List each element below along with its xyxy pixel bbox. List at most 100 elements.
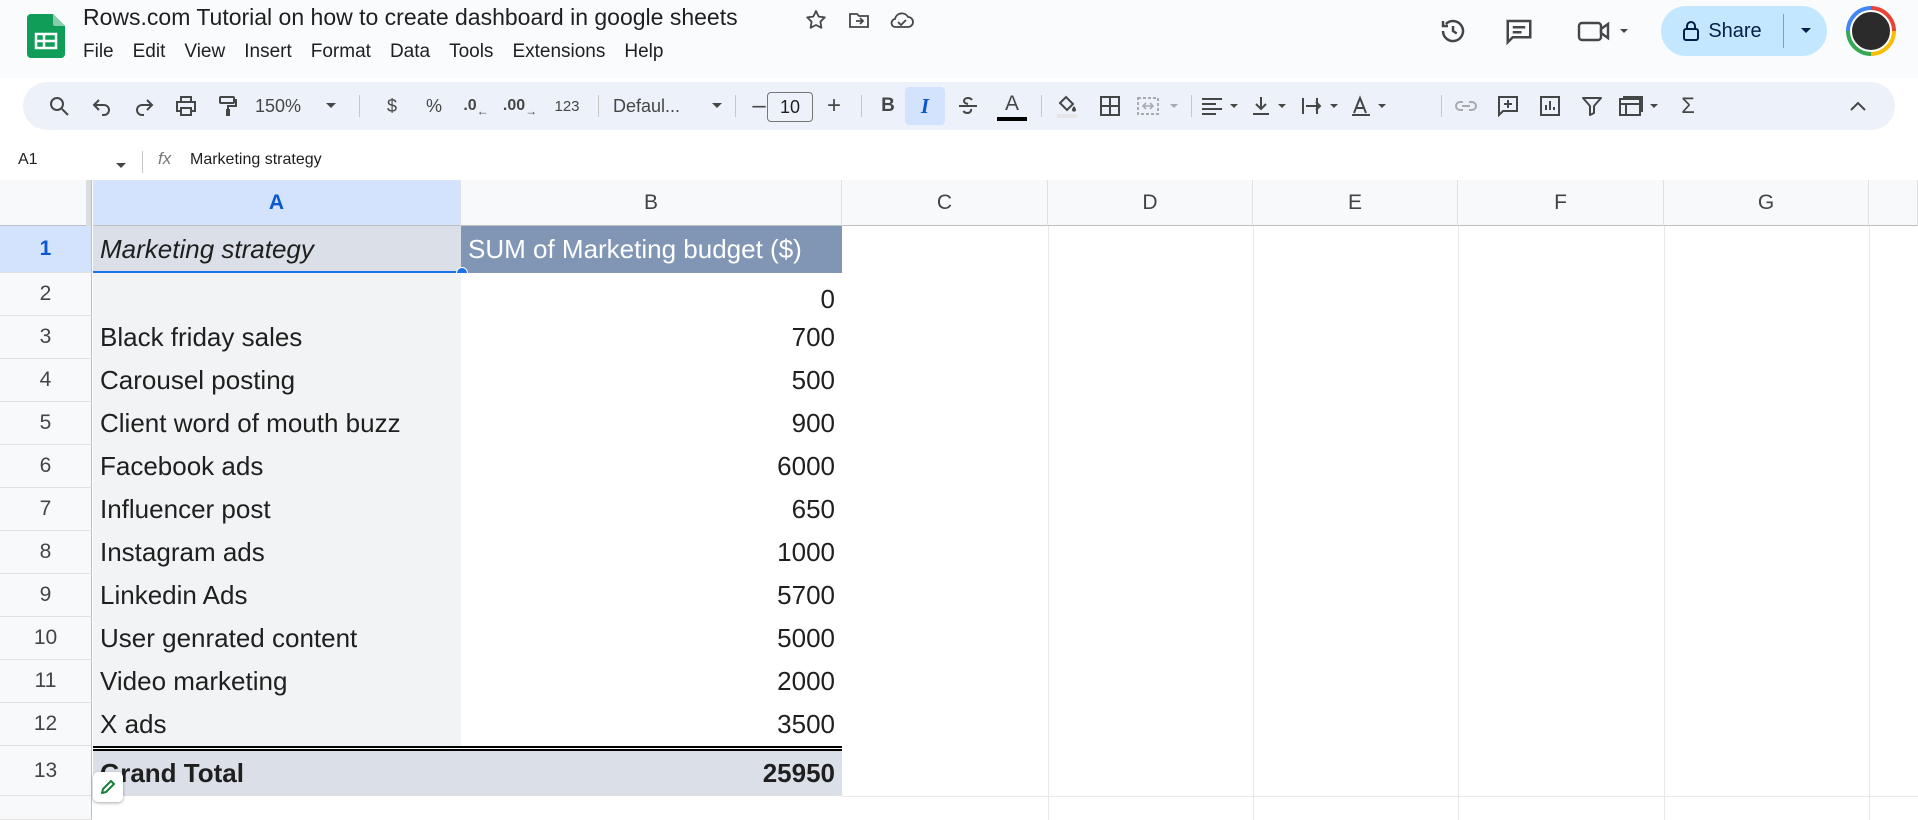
avatar[interactable] <box>1846 6 1896 56</box>
insert-comment-icon[interactable] <box>1491 82 1525 130</box>
name-box[interactable]: A1 <box>18 151 38 169</box>
increase-decimal-button[interactable]: .00 → <box>501 82 539 130</box>
paint-format-icon[interactable] <box>211 82 245 130</box>
select-all-corner[interactable] <box>0 180 92 226</box>
increase-font-size-icon[interactable]: + <box>820 82 848 130</box>
share-button[interactable]: Share <box>1661 6 1783 56</box>
functions-icon[interactable]: Σ <box>1671 82 1705 130</box>
percent-format-button[interactable]: % <box>419 82 449 130</box>
menu-file[interactable]: File <box>83 41 124 63</box>
fill-color-icon[interactable] <box>1049 82 1085 130</box>
cell-a7[interactable]: Influencer post <box>93 488 461 531</box>
cell-a9[interactable]: Linkedin Ads <box>93 574 461 617</box>
menu-tools[interactable]: Tools <box>449 41 503 63</box>
row-header-13[interactable]: 13 <box>0 746 92 796</box>
strikethrough-icon[interactable] <box>951 82 985 130</box>
row-header-2[interactable]: 2 <box>0 273 92 316</box>
cell-b5[interactable]: 900 <box>461 402 842 445</box>
vertical-align-icon[interactable] <box>1249 82 1297 130</box>
row-header-12[interactable]: 12 <box>0 703 92 746</box>
column-header-h[interactable] <box>1869 180 1918 226</box>
italic-button[interactable]: I <box>905 87 945 125</box>
row-header-10[interactable]: 10 <box>0 617 92 660</box>
cloud-saved-icon[interactable] <box>888 6 916 34</box>
row-header-3[interactable]: 3 <box>0 316 92 359</box>
merge-cells-icon[interactable] <box>1135 82 1183 130</box>
edit-pivot-table-button[interactable] <box>93 772 123 802</box>
cell-b13[interactable]: 25950 <box>461 751 842 796</box>
cell-a1[interactable]: Marketing strategy <box>93 226 461 273</box>
formula-input[interactable]: Marketing strategy <box>190 151 322 169</box>
menu-format[interactable]: Format <box>311 41 381 63</box>
cell-a13[interactable]: Grand Total <box>93 751 461 796</box>
borders-icon[interactable] <box>1093 82 1127 130</box>
meet-icon[interactable] <box>1576 15 1632 47</box>
menu-insert[interactable]: Insert <box>244 41 302 63</box>
cell-a11[interactable]: Video marketing <box>93 660 461 703</box>
horizontal-align-icon[interactable] <box>1199 82 1247 130</box>
column-header-g[interactable]: G <box>1664 180 1869 226</box>
zoom-select[interactable]: 150% <box>255 82 337 130</box>
row-header-8[interactable]: 8 <box>0 531 92 574</box>
cell-b10[interactable]: 5000 <box>461 617 842 660</box>
collapse-toolbar-icon[interactable] <box>1841 82 1875 130</box>
row-header-5[interactable]: 5 <box>0 402 92 445</box>
row-header-6[interactable]: 6 <box>0 445 92 488</box>
cell-a6[interactable]: Facebook ads <box>93 445 461 488</box>
cell-b12[interactable]: 3500 <box>461 703 842 746</box>
redo-icon[interactable] <box>127 82 161 130</box>
menu-help[interactable]: Help <box>624 41 673 63</box>
cell-b1[interactable]: SUM of Marketing budget ($) <box>461 226 842 273</box>
cell-a3[interactable]: Black friday sales <box>93 316 461 359</box>
undo-icon[interactable] <box>85 82 119 130</box>
text-color-button[interactable]: A <box>993 82 1031 130</box>
text-rotation-icon[interactable] <box>1349 82 1397 130</box>
column-header-c[interactable]: C <box>842 180 1048 226</box>
name-box-caret-icon[interactable] <box>115 157 127 175</box>
document-title[interactable]: Rows.com Tutorial on how to create dashb… <box>83 4 738 31</box>
cell-a12[interactable]: X ads <box>93 703 461 746</box>
column-header-b[interactable]: B <box>461 180 842 226</box>
font-select[interactable]: Defaul... <box>603 82 733 130</box>
row-header-4[interactable]: 4 <box>0 359 92 402</box>
font-size-input[interactable]: 10 <box>767 92 813 122</box>
insert-link-icon[interactable] <box>1449 82 1483 130</box>
cell-b4[interactable]: 500 <box>461 359 842 402</box>
column-header-f[interactable]: F <box>1458 180 1664 226</box>
share-dropdown-icon[interactable] <box>1784 6 1827 56</box>
print-icon[interactable] <box>169 82 203 130</box>
row-header-7[interactable]: 7 <box>0 488 92 531</box>
cell-a8[interactable]: Instagram ads <box>93 531 461 574</box>
menu-data[interactable]: Data <box>390 41 440 63</box>
cell-a5[interactable]: Client word of mouth buzz <box>93 402 461 445</box>
cell-b7[interactable]: 650 <box>461 488 842 531</box>
filter-icon[interactable] <box>1575 82 1609 130</box>
text-wrapping-icon[interactable] <box>1299 82 1347 130</box>
filter-views-icon[interactable] <box>1617 82 1669 130</box>
more-formats-button[interactable]: 123 <box>547 82 587 130</box>
menu-extensions[interactable]: Extensions <box>512 41 615 63</box>
column-header-e[interactable]: E <box>1253 180 1458 226</box>
row-header-1[interactable]: 1 <box>0 226 92 273</box>
cell-b8[interactable]: 1000 <box>461 531 842 574</box>
cell-b3[interactable]: 700 <box>461 316 842 359</box>
column-header-d[interactable]: D <box>1048 180 1253 226</box>
spreadsheet-grid[interactable]: A B C D E F G 1 2 3 4 5 6 7 8 9 10 11 12… <box>0 180 1918 820</box>
row-header-14[interactable] <box>0 796 92 820</box>
bold-button[interactable]: B <box>871 82 905 130</box>
insert-chart-icon[interactable] <box>1533 82 1567 130</box>
cell-b9[interactable]: 5700 <box>461 574 842 617</box>
cell-a2[interactable] <box>93 273 461 316</box>
cell-b6[interactable]: 6000 <box>461 445 842 488</box>
cell-a10[interactable]: User genrated content <box>93 617 461 660</box>
cell-b11[interactable]: 2000 <box>461 660 842 703</box>
comments-icon[interactable] <box>1503 15 1535 47</box>
cell-b2[interactable]: 0 <box>461 273 842 316</box>
move-to-folder-icon[interactable] <box>845 6 873 34</box>
search-icon[interactable] <box>41 82 77 130</box>
decrease-decimal-button[interactable]: .0 ← <box>459 82 493 130</box>
row-header-11[interactable]: 11 <box>0 660 92 703</box>
star-icon[interactable] <box>802 6 830 34</box>
column-header-a[interactable]: A <box>93 180 461 226</box>
menu-view[interactable]: View <box>184 41 235 63</box>
